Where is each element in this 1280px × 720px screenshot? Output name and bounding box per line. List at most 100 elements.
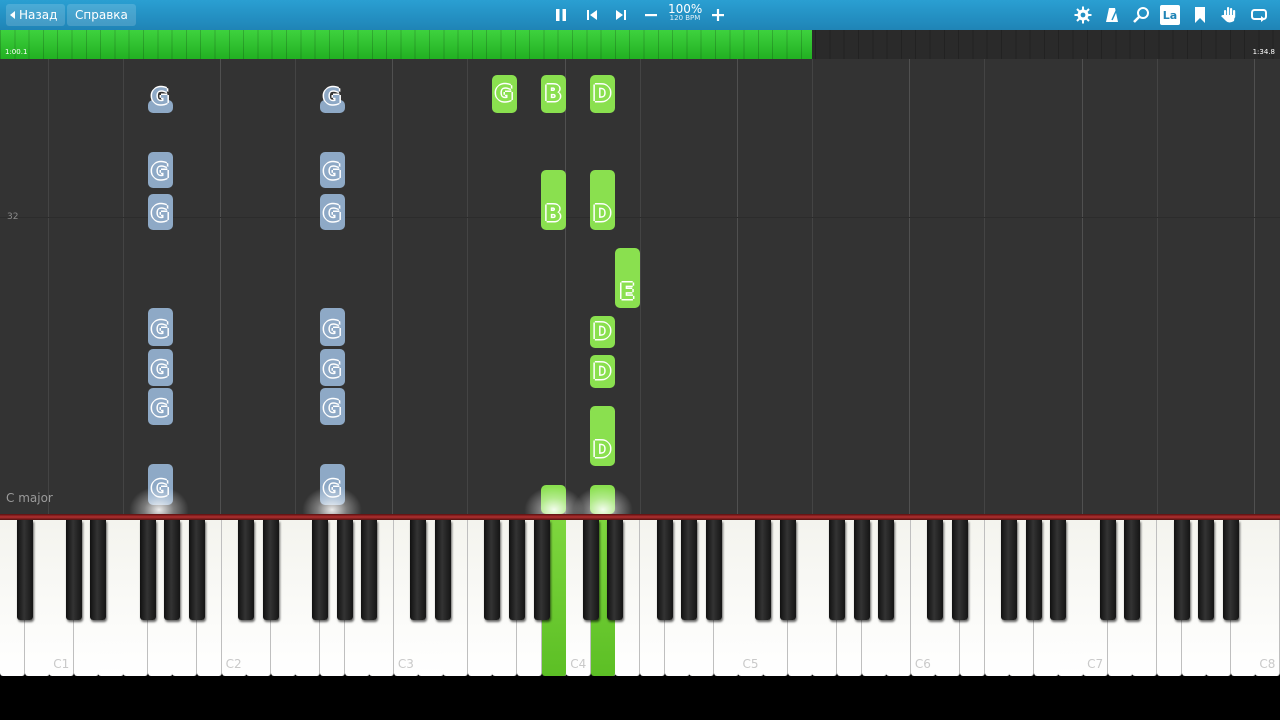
bookmark-icon[interactable] — [1190, 5, 1210, 25]
black-key[interactable] — [508, 520, 525, 620]
white-key[interactable]: C8 — [1255, 520, 1280, 676]
roll-gridline — [123, 59, 124, 514]
tempo-bpm: 120 BPM — [669, 14, 701, 22]
help-button[interactable]: Справка — [67, 4, 136, 26]
roll-gridline — [984, 59, 985, 514]
falling-note-g: G — [147, 308, 173, 346]
tempo-display: 100% 120 BPM — [668, 3, 702, 22]
black-key[interactable] — [16, 520, 33, 620]
roll-gridline — [220, 59, 221, 514]
search-icon[interactable] — [1131, 5, 1151, 25]
black-key[interactable] — [1198, 520, 1215, 620]
roll-gridline — [565, 59, 566, 514]
black-key[interactable] — [435, 520, 452, 620]
black-key[interactable] — [1025, 520, 1042, 620]
tempo-minus-icon[interactable] — [641, 5, 661, 25]
black-key[interactable] — [607, 520, 624, 620]
pause-icon[interactable] — [551, 5, 571, 25]
metronome-icon[interactable] — [1102, 5, 1122, 25]
black-key[interactable] — [65, 520, 82, 620]
roll-gridline — [48, 59, 49, 514]
roll-gridline — [392, 59, 393, 514]
black-key[interactable] — [1124, 520, 1141, 620]
roll-gridline — [640, 59, 641, 514]
falling-note-d: D — [589, 406, 615, 466]
falling-note-g: G — [319, 308, 345, 346]
falling-note-g: G — [319, 349, 345, 386]
black-key[interactable] — [484, 520, 501, 620]
roll-gridline — [1254, 59, 1255, 514]
falling-note-d: D — [589, 316, 615, 348]
octave-label: C7 — [1087, 657, 1104, 671]
falling-note-g: G — [147, 87, 173, 113]
black-key[interactable] — [779, 520, 796, 620]
tempo-plus-icon[interactable] — [708, 5, 728, 25]
black-key[interactable] — [878, 520, 895, 620]
skip-forward-icon[interactable] — [611, 5, 631, 25]
black-key[interactable] — [755, 520, 772, 620]
measure-line — [0, 217, 1280, 218]
falling-note-g: G — [147, 152, 173, 188]
key-signature: C major — [6, 491, 53, 505]
black-key[interactable] — [681, 520, 698, 620]
black-key[interactable] — [312, 520, 328, 620]
black-key[interactable] — [188, 520, 205, 620]
black-key[interactable] — [533, 520, 550, 620]
black-key[interactable] — [262, 520, 279, 620]
falling-note-g: G — [491, 75, 517, 110]
black-key[interactable] — [927, 520, 944, 620]
black-key[interactable] — [656, 520, 673, 620]
falling-note-g: G — [147, 388, 173, 425]
falling-note-g: G — [319, 152, 345, 188]
black-key[interactable] — [164, 520, 181, 620]
loop-icon[interactable] — [1249, 5, 1269, 25]
octave-label: C3 — [397, 657, 414, 671]
falling-note-g: G — [319, 388, 345, 425]
roll-gridline — [812, 59, 813, 514]
falling-note-g: G — [319, 194, 345, 230]
black-key[interactable] — [336, 520, 353, 620]
skip-back-icon[interactable] — [582, 5, 602, 25]
piano-keyboard[interactable]: C1 C2 C3 C4 C5 C6 C7 C8 — [0, 520, 1280, 676]
timeline-bar[interactable]: 1:00.1 1:34.8 — [0, 30, 1280, 59]
black-key[interactable] — [1099, 520, 1116, 620]
back-button[interactable]: Назад — [6, 4, 66, 26]
falling-note-b: B — [540, 75, 566, 110]
black-key[interactable] — [582, 520, 599, 620]
roll-gridline — [909, 59, 910, 514]
octave-label: C6 — [914, 657, 931, 671]
black-key[interactable] — [828, 520, 845, 620]
current-time: 1:00.1 — [5, 48, 28, 56]
black-key[interactable] — [1050, 520, 1067, 620]
black-key[interactable] — [1222, 520, 1239, 620]
falling-note-g: G — [319, 87, 345, 113]
falling-note-d: D — [589, 75, 615, 110]
octave-label: C1 — [53, 657, 70, 671]
black-key[interactable] — [853, 520, 870, 620]
falling-note-e: E — [614, 248, 640, 308]
total-time: 1:34.8 — [1252, 48, 1275, 56]
falling-note-b: B — [540, 170, 566, 230]
black-key[interactable] — [1001, 520, 1018, 620]
octave-label: C8 — [1259, 657, 1276, 671]
black-key[interactable] — [90, 520, 107, 620]
measure-number: 32 — [7, 212, 19, 222]
settings-gear-icon[interactable] — [1073, 5, 1093, 25]
black-key[interactable] — [1173, 520, 1190, 620]
black-key[interactable] — [139, 520, 156, 620]
roll-gridline — [1157, 59, 1158, 514]
black-key[interactable] — [238, 520, 255, 620]
falling-note-g: G — [147, 349, 173, 386]
falling-note-d: D — [589, 355, 615, 388]
piano-roll: 32 C major — [0, 59, 1280, 514]
note-labels-icon[interactable]: La — [1160, 5, 1180, 25]
octave-label: C4 — [570, 657, 587, 671]
black-key[interactable] — [952, 520, 968, 620]
black-key[interactable] — [705, 520, 722, 620]
timeline-ticks — [0, 30, 1280, 59]
black-key[interactable] — [361, 520, 378, 620]
roll-gridline — [467, 59, 468, 514]
hand-icon[interactable] — [1219, 5, 1239, 25]
black-key[interactable] — [410, 520, 427, 620]
falling-note-d: D — [589, 170, 615, 230]
